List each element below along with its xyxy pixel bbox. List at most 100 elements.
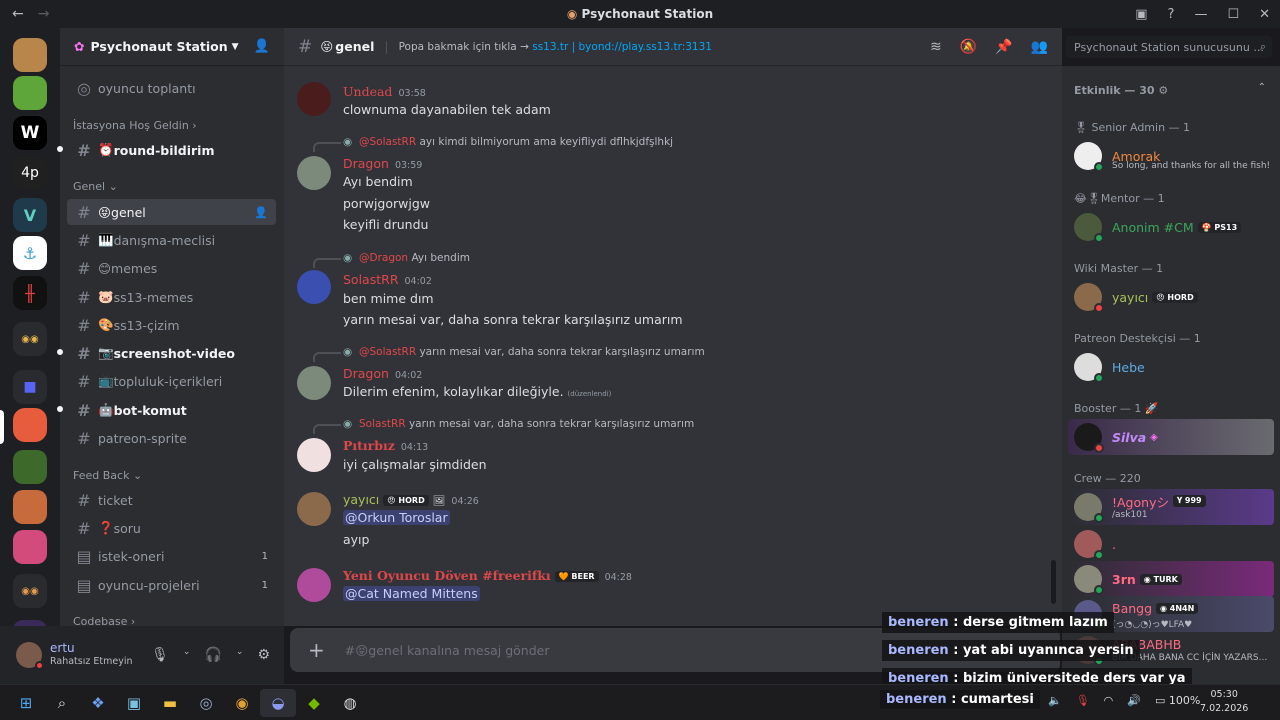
server-item[interactable] [13, 490, 47, 524]
server-item[interactable]: ╫ [13, 276, 47, 310]
headphones-icon[interactable]: 🎧 [204, 647, 221, 663]
server-item-psychonaut[interactable] [13, 408, 47, 442]
channel-patreon-sprite[interactable]: # patreon-sprite [67, 425, 276, 451]
server-item[interactable] [13, 530, 47, 564]
notification-mute-icon[interactable]: 🔕 [960, 39, 977, 55]
member-yayici[interactable]: yayıcı 😠 HORD [1068, 279, 1274, 315]
chrome-icon[interactable]: ◉ [224, 689, 260, 717]
maximize-icon[interactable]: ☐ [1227, 7, 1239, 22]
member-list-icon[interactable]: 👥 [1031, 39, 1048, 55]
inbox-icon[interactable]: ▣ [1135, 7, 1147, 22]
scrollbar[interactable] [1051, 560, 1056, 604]
member-anonim[interactable]: Anonim #CM 🍄 PS13 [1068, 209, 1274, 245]
channel-topluluk-icerikleri[interactable]: # 📺 topluluk-içerikleri [67, 368, 276, 394]
server-item[interactable] [13, 450, 47, 484]
user-status: Rahatsız Etmeyin [50, 656, 133, 667]
volume-icon[interactable]: 🔊 [1127, 694, 1141, 707]
role-header: 😂🎖Mentor — 1 [1074, 192, 1165, 205]
server-item[interactable] [13, 76, 47, 110]
server-item[interactable]: ⚓ [13, 236, 47, 270]
chevron-down-icon[interactable]: ⌄ [236, 647, 244, 663]
battery-icon[interactable]: ▭ 100% [1155, 694, 1200, 707]
role-tag: 😠 HORD [1152, 291, 1198, 303]
start-icon[interactable]: ⊞ [8, 689, 44, 717]
channel-header: # 😝 genel | Popa bakmak için tıkla → ss1… [284, 28, 1062, 66]
avatar[interactable] [297, 156, 331, 190]
minimize-icon[interactable]: — [1194, 7, 1207, 22]
server-item[interactable]: V [13, 198, 47, 232]
help-icon[interactable]: ? [1168, 7, 1175, 22]
channel-round-bildirim[interactable]: # ⏰ round-bildirim [67, 137, 276, 163]
avatar[interactable] [16, 642, 44, 670]
collapse-icon[interactable]: ⌃ [1258, 82, 1266, 93]
steam-icon[interactable]: ◎ [188, 689, 224, 717]
server-item[interactable]: W [13, 116, 47, 150]
activity-header: Etkinlik — 30 ⚙ [1074, 84, 1169, 97]
channel-soru[interactable]: # ❓ soru [67, 515, 276, 541]
user-mention[interactable]: @Orkun Toroslar [343, 510, 450, 525]
channel-ticket[interactable]: # ticket [67, 487, 276, 513]
channel-genel[interactable]: # 😝 genel 👤 [67, 199, 276, 225]
member-3rn[interactable]: 3rn ◉ TURK [1068, 561, 1274, 597]
photos-icon[interactable]: ▣ [116, 689, 152, 717]
category-genel[interactable]: Genel ⌄ [73, 180, 118, 193]
add-member-icon[interactable]: 👤 [254, 206, 268, 219]
channel-screenshot-video[interactable]: # 📷 screenshot-video [67, 340, 276, 366]
server-item[interactable]: ■ [13, 370, 47, 404]
member-amorak[interactable]: Amorak So long, and thanks for all the fi… [1068, 138, 1274, 174]
app-icon[interactable]: ❖ [80, 689, 116, 717]
search-input[interactable]: Psychonaut Station sunucusunu ... ⌕ [1066, 36, 1272, 58]
invite-user-icon[interactable]: 👤 [254, 39, 270, 54]
member-silva[interactable]: Silva ◈ [1068, 419, 1274, 455]
channel-ss13-cizim[interactable]: # 🎨 ss13-çizim [67, 312, 276, 338]
avatar[interactable] [297, 82, 331, 116]
channel-oyuncu-toplanti[interactable]: ◎ oyuncu toplantı [67, 75, 276, 101]
pin-icon[interactable]: 📌 [995, 39, 1012, 55]
channel-topic[interactable]: Popa bakmak için tıkla → ss13.tr | byond… [399, 41, 712, 53]
clock[interactable]: 05:30 7.02.2026 [1200, 688, 1248, 716]
search-icon[interactable]: ⌕ [44, 689, 80, 717]
server-folder[interactable]: ◉◉ [13, 574, 47, 608]
channel-ss13-memes[interactable]: # 🐷 ss13-memes [67, 284, 276, 310]
channel-istek-oneri[interactable]: ▤ istek-oneri 1 [67, 543, 276, 569]
microphone-icon[interactable]: 🎙 [151, 647, 169, 663]
channel-bot-komut[interactable]: # 🤖 bot-komut [67, 397, 276, 423]
channel-oyuncu-projeleri[interactable]: ▤ oyuncu-projeleri 1 [67, 572, 276, 598]
member-hebe[interactable]: Hebe [1068, 349, 1274, 385]
settings-gear-icon[interactable]: ⚙ [257, 647, 270, 663]
member-dot[interactable]: . [1068, 526, 1274, 562]
channel-title: genel [335, 39, 375, 54]
avatar[interactable] [297, 366, 331, 400]
mic-icon[interactable]: 🎙 [1076, 694, 1090, 707]
chevron-down-icon[interactable]: ⌄ [183, 647, 191, 663]
avatar[interactable] [297, 568, 331, 602]
server-item[interactable]: 4p [13, 156, 47, 190]
speaker-icon[interactable]: 🔈 [1048, 694, 1062, 707]
server-item[interactable] [13, 38, 47, 72]
channel-memes[interactable]: # 😊 memes [67, 255, 276, 281]
server-icon: ◉ [566, 7, 582, 21]
unread-dot [57, 146, 63, 152]
reply-avatar-icon: ◉ [343, 136, 353, 148]
discord-icon[interactable]: ◒ [260, 688, 296, 717]
nvidia-icon[interactable]: ◆ [296, 689, 332, 717]
user-mention[interactable]: @Cat Named Mittens [343, 586, 480, 601]
category-feedback[interactable]: Feed Back ⌄ [73, 469, 142, 482]
avatar[interactable] [297, 438, 331, 472]
member-agony[interactable]: !Agonyシ 𝐘 999/ask101 [1068, 489, 1274, 525]
member-list: Etkinlik — 30 ⚙ ⌃ 🎖 Senior Admin — 1 Amo… [1062, 66, 1280, 684]
selected-server-pill [0, 410, 4, 444]
avatar[interactable] [297, 492, 331, 526]
category-istasyona[interactable]: İstasyona Hoş Geldin › [73, 119, 197, 132]
add-attachment-icon[interactable]: + [308, 638, 325, 662]
obs-icon[interactable]: ◍ [332, 689, 368, 717]
threads-icon[interactable]: ≋ [930, 39, 942, 55]
close-icon[interactable]: ✕ [1259, 7, 1270, 22]
avatar[interactable] [297, 270, 331, 304]
server-header[interactable]: ✿ Psychonaut Station ▼ 👤 [60, 28, 284, 66]
server-badge-icon: ✿ [74, 39, 85, 54]
channel-danisma-meclisi[interactable]: # 🎹 danışma-meclisi [67, 227, 276, 253]
folder-icon[interactable]: ▬ [152, 689, 188, 717]
wifi-icon[interactable]: ◠ [1104, 694, 1114, 707]
server-folder[interactable]: ◉◉ [13, 322, 47, 356]
